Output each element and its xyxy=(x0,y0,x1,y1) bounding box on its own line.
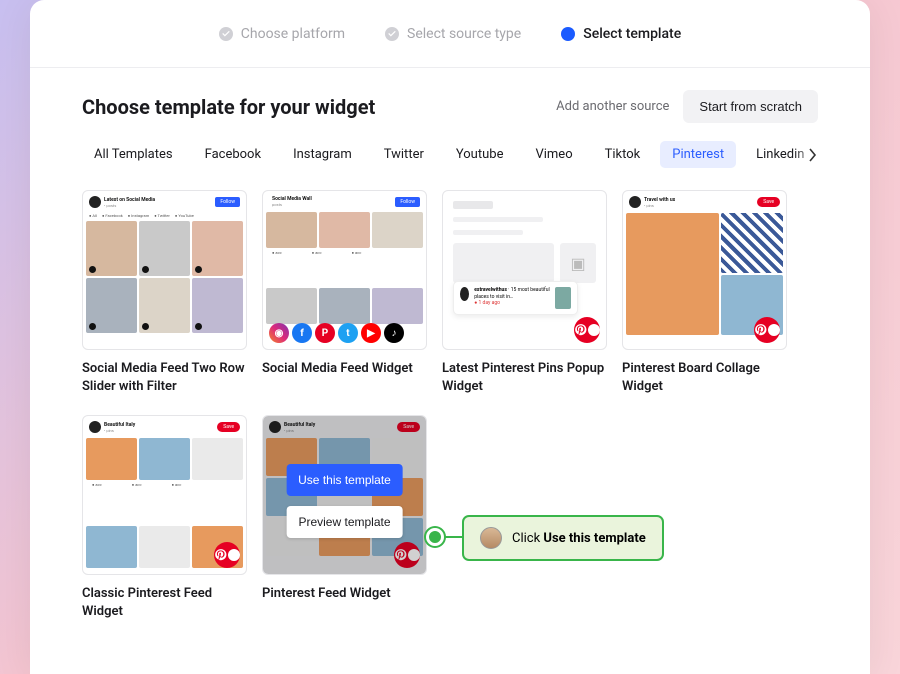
template-title: Social Media Feed Two Row Slider with Fi… xyxy=(82,360,247,395)
template-thumbnail: ▣ estravelwithus · 15 most beautiful pla… xyxy=(442,190,607,350)
template-card[interactable]: ▣ estravelwithus · 15 most beautiful pla… xyxy=(442,190,607,395)
template-title: Pinterest Board Collage Widget xyxy=(622,360,787,395)
pinterest-icon xyxy=(574,317,600,343)
check-icon xyxy=(219,27,233,41)
social-icons-row: ◉ f P t ▶ ♪ xyxy=(269,323,404,343)
template-card[interactable]: Latest on Social Media• posts Follow ● A… xyxy=(82,190,247,395)
template-card[interactable]: Beautiful Italy• pinsSave ● acc● acc● ac… xyxy=(82,415,247,620)
tab-pinterest[interactable]: Pinterest xyxy=(660,141,736,168)
tutorial-cursor-icon xyxy=(426,528,444,546)
template-thumbnail: Beautiful Italy• pinsSave ● acc● acc● ac… xyxy=(82,415,247,575)
twitter-icon: t xyxy=(338,323,358,343)
category-tabs: All Templates Facebook Instagram Twitter… xyxy=(82,141,818,168)
step-select-source-type[interactable]: Select source type xyxy=(385,26,521,42)
template-title: Latest Pinterest Pins Popup Widget xyxy=(442,360,607,395)
template-thumbnail: Beautiful Italy• pinsSave Use this templ… xyxy=(262,415,427,575)
template-card[interactable]: Travel with us• pinsSave Pinterest Board… xyxy=(622,190,787,395)
step-select-template[interactable]: Select template xyxy=(561,26,681,42)
stepper: Choose platform Select source type Selec… xyxy=(30,0,870,68)
pinterest-icon xyxy=(394,542,420,568)
tab-facebook[interactable]: Facebook xyxy=(193,141,273,168)
preview-template-button[interactable]: Preview template xyxy=(286,506,402,538)
tutorial-connector xyxy=(445,536,463,538)
page-title: Choose template for your widget xyxy=(82,95,375,119)
template-grid: Latest on Social Media• posts Follow ● A… xyxy=(82,190,818,620)
template-title: Pinterest Feed Widget xyxy=(262,585,427,603)
template-title: Social Media Feed Widget xyxy=(262,360,427,378)
template-thumbnail: Social Media WallpostsFollow ● acc● acc●… xyxy=(262,190,427,350)
heading-row: Choose template for your widget Add anot… xyxy=(82,90,818,123)
header-actions: Add another source Start from scratch xyxy=(556,90,818,123)
tab-youtube[interactable]: Youtube xyxy=(444,141,516,168)
tab-all-templates[interactable]: All Templates xyxy=(82,141,185,168)
tiktok-icon: ♪ xyxy=(384,323,404,343)
pinterest-icon xyxy=(214,542,240,568)
active-dot-icon xyxy=(561,27,575,41)
step-label: Choose platform xyxy=(241,26,345,42)
step-label: Select template xyxy=(583,26,681,42)
step-label: Select source type xyxy=(407,26,521,42)
template-thumbnail: Travel with us• pinsSave xyxy=(622,190,787,350)
pinterest-icon xyxy=(754,317,780,343)
template-card[interactable]: Social Media WallpostsFollow ● acc● acc●… xyxy=(262,190,427,395)
tab-tiktok[interactable]: Tiktok xyxy=(593,141,653,168)
pinterest-icon: P xyxy=(315,323,335,343)
chevron-right-icon xyxy=(808,148,818,162)
template-title: Classic Pinterest Feed Widget xyxy=(82,585,247,620)
app-card: Choose platform Select source type Selec… xyxy=(30,0,870,674)
template-thumbnail: Latest on Social Media• posts Follow ● A… xyxy=(82,190,247,350)
tooltip-text: Click Use this template xyxy=(512,531,646,546)
use-template-button[interactable]: Use this template xyxy=(286,464,403,496)
youtube-icon: ▶ xyxy=(361,323,381,343)
tab-twitter[interactable]: Twitter xyxy=(372,141,436,168)
start-from-scratch-button[interactable]: Start from scratch xyxy=(683,90,818,123)
step-choose-platform[interactable]: Choose platform xyxy=(219,26,345,42)
add-source-link[interactable]: Add another source xyxy=(556,99,669,114)
instagram-icon: ◉ xyxy=(269,323,289,343)
tabs-scroll-right[interactable] xyxy=(794,141,818,168)
tutorial-tooltip: Click Use this template xyxy=(462,515,664,561)
check-icon xyxy=(385,27,399,41)
tab-instagram[interactable]: Instagram xyxy=(281,141,364,168)
template-card[interactable]: Beautiful Italy• pinsSave Use this templ… xyxy=(262,415,427,620)
avatar-icon xyxy=(480,527,502,549)
facebook-icon: f xyxy=(292,323,312,343)
tab-vimeo[interactable]: Vimeo xyxy=(523,141,584,168)
